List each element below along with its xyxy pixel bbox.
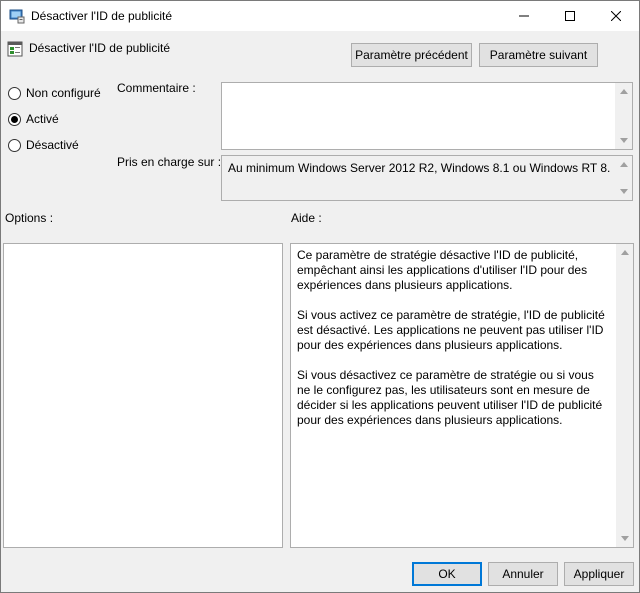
help-panel: Ce paramètre de stratégie désactive l'ID… bbox=[290, 243, 634, 548]
window-title: Désactiver l'ID de publicité bbox=[31, 9, 173, 23]
ok-button[interactable]: OK bbox=[412, 562, 482, 586]
comment-scrollbar[interactable] bbox=[615, 83, 632, 149]
cancel-button[interactable]: Annuler bbox=[488, 562, 558, 586]
radio-not-configured[interactable]: Non configuré bbox=[8, 85, 101, 101]
maximize-icon bbox=[565, 11, 575, 21]
minimize-icon bbox=[519, 15, 529, 17]
previous-setting-button[interactable]: Paramètre précédent bbox=[351, 43, 472, 67]
chevron-up-icon bbox=[619, 162, 628, 167]
supported-on-label: Pris en charge sur : bbox=[117, 155, 222, 169]
options-panel bbox=[3, 243, 283, 548]
scroll-down-arrow[interactable] bbox=[616, 530, 633, 547]
radio-circle[interactable] bbox=[8, 112, 21, 126]
close-button[interactable] bbox=[593, 1, 639, 31]
scroll-down-arrow[interactable] bbox=[615, 132, 632, 149]
comment-label: Commentaire : bbox=[117, 81, 196, 95]
scroll-up-arrow[interactable] bbox=[616, 244, 633, 261]
help-scrollbar[interactable] bbox=[616, 244, 633, 547]
radio-selected-dot bbox=[11, 115, 18, 123]
title-bar[interactable]: Désactiver l'ID de publicité bbox=[1, 1, 639, 31]
chevron-down-icon bbox=[620, 536, 629, 541]
policy-editor-icon bbox=[9, 8, 25, 24]
help-paragraph: Si vous désactivez ce paramètre de strat… bbox=[297, 368, 603, 427]
chevron-up-icon bbox=[620, 250, 629, 255]
options-label: Options : bbox=[5, 211, 54, 225]
radio-label: Non configuré bbox=[26, 86, 101, 100]
radio-circle[interactable] bbox=[8, 86, 21, 100]
chevron-down-icon bbox=[619, 138, 628, 143]
close-icon bbox=[611, 11, 621, 21]
maximize-button[interactable] bbox=[547, 1, 593, 31]
supported-scrollbar[interactable] bbox=[615, 156, 632, 200]
help-text: Ce paramètre de stratégie désactive l'ID… bbox=[297, 248, 609, 443]
radio-label: Activé bbox=[26, 112, 59, 126]
supported-on-field: Au minimum Windows Server 2012 R2, Windo… bbox=[221, 155, 633, 201]
help-paragraph: Ce paramètre de stratégie désactive l'ID… bbox=[297, 248, 588, 292]
help-paragraph: Si vous activez ce paramètre de stratégi… bbox=[297, 308, 605, 352]
minimize-button[interactable] bbox=[501, 1, 547, 31]
scroll-up-arrow[interactable] bbox=[615, 156, 632, 173]
scroll-down-arrow[interactable] bbox=[615, 183, 632, 200]
policy-dialog: Désactiver l'ID de publicité Désactiver … bbox=[0, 0, 640, 593]
policy-setting-icon bbox=[7, 41, 23, 57]
apply-button[interactable]: Appliquer bbox=[564, 562, 634, 586]
help-label: Aide : bbox=[291, 211, 322, 225]
supported-on-value: Au minimum Windows Server 2012 R2, Windo… bbox=[228, 161, 610, 175]
chevron-up-icon bbox=[619, 89, 628, 94]
radio-label: Désactivé bbox=[26, 138, 79, 152]
policy-title: Désactiver l'ID de publicité bbox=[29, 41, 171, 55]
comment-textarea[interactable] bbox=[221, 82, 633, 150]
next-setting-button[interactable]: Paramètre suivant bbox=[479, 43, 598, 67]
radio-enabled[interactable]: Activé bbox=[8, 111, 59, 127]
scroll-up-arrow[interactable] bbox=[615, 83, 632, 100]
chevron-down-icon bbox=[619, 189, 628, 194]
radio-disabled[interactable]: Désactivé bbox=[8, 137, 79, 153]
radio-circle[interactable] bbox=[8, 138, 21, 152]
